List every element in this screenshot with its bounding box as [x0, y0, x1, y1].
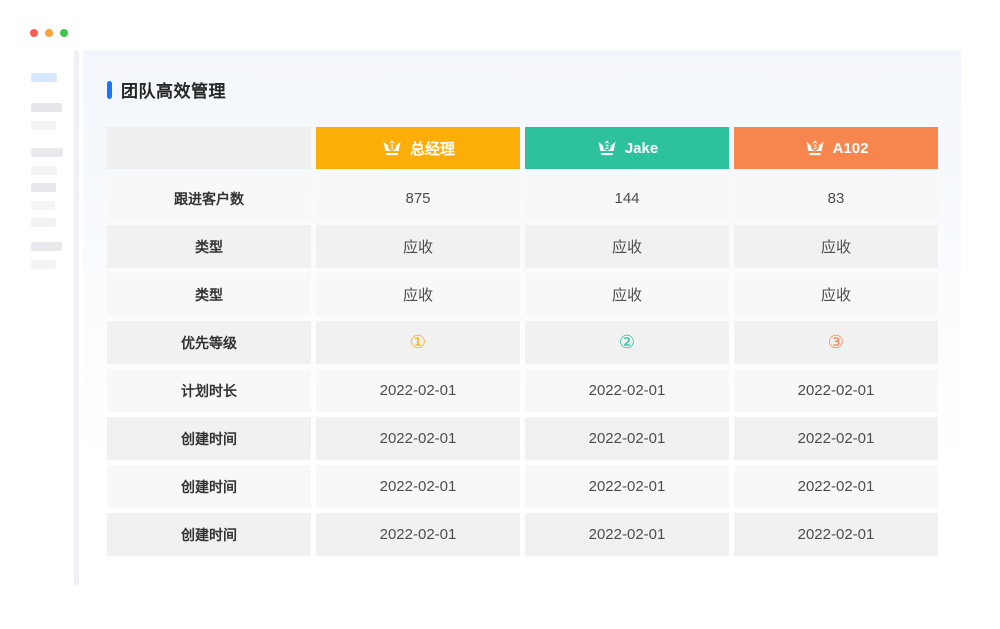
- crown-rank-icon: 3: [804, 139, 826, 158]
- sidebar-skeleton-bar: [31, 242, 62, 251]
- cell-value: 875: [316, 177, 520, 220]
- comparison-table: 1 总经理 2 Jake: [107, 127, 938, 556]
- cell-value: 2022-02-01: [525, 369, 729, 412]
- row-label: 创建时间: [107, 465, 311, 508]
- svg-text:1: 1: [390, 144, 394, 151]
- main-panel: 团队高效管理 1 总经理: [83, 50, 961, 585]
- close-button-icon[interactable]: [30, 29, 38, 37]
- cell-value: 2022-02-01: [734, 465, 938, 508]
- row-label: 计划时长: [107, 369, 311, 412]
- sidebar-skeleton-bar: [31, 201, 55, 210]
- table-row: 创建时间 2022-02-01 2022-02-01 2022-02-01: [107, 513, 938, 556]
- row-label: 类型: [107, 273, 311, 316]
- priority-badge-2: ②: [525, 321, 729, 364]
- row-label: 类型: [107, 225, 311, 268]
- table-row: 跟进客户数 875 144 83: [107, 177, 938, 220]
- sidebar-divider: [74, 50, 79, 585]
- sidebar-skeleton-bar: [31, 183, 56, 192]
- page-title-row: 团队高效管理: [107, 77, 961, 102]
- table-row: 创建时间 2022-02-01 2022-02-01 2022-02-01: [107, 417, 938, 460]
- cell-value: 2022-02-01: [316, 369, 520, 412]
- cell-value: 2022-02-01: [525, 465, 729, 508]
- cell-value: 2022-02-01: [525, 513, 729, 556]
- row-label: 跟进客户数: [107, 177, 311, 220]
- table-row: 类型 应收 应收 应收: [107, 225, 938, 268]
- cell-value: 应收: [734, 225, 938, 268]
- table-row: 创建时间 2022-02-01 2022-02-01 2022-02-01: [107, 465, 938, 508]
- cell-value: 应收: [316, 225, 520, 268]
- column-header-label: A102: [833, 140, 869, 157]
- priority-badge-3: ③: [734, 321, 938, 364]
- cell-value: 应收: [525, 273, 729, 316]
- sidebar-skeleton-bar: [31, 166, 57, 175]
- svg-text:2: 2: [605, 144, 609, 151]
- svg-text:3: 3: [813, 144, 817, 151]
- sidebar-skeleton-bar: [31, 260, 56, 269]
- table-row-priority: 优先等级 ① ② ③: [107, 321, 938, 364]
- row-label: 创建时间: [107, 513, 311, 556]
- column-header-label: 总经理: [410, 138, 455, 159]
- table-row: 计划时长 2022-02-01 2022-02-01 2022-02-01: [107, 369, 938, 412]
- cell-value: 2022-02-01: [316, 513, 520, 556]
- crown-rank-icon: 1: [381, 139, 403, 158]
- cell-value: 2022-02-01: [734, 369, 938, 412]
- column-header-rank2: 2 Jake: [525, 127, 729, 169]
- maximize-button-icon[interactable]: [60, 29, 68, 37]
- cell-value: 83: [734, 177, 938, 220]
- sidebar-skeleton-bar: [31, 121, 56, 130]
- table-row: 类型 应收 应收 应收: [107, 273, 938, 316]
- crown-rank-icon: 2: [596, 139, 618, 158]
- cell-value: 应收: [734, 273, 938, 316]
- app-window: 团队高效管理 1 总经理: [0, 0, 1000, 629]
- priority-badge-1: ①: [316, 321, 520, 364]
- title-accent-bar: [107, 81, 112, 99]
- cell-value: 2022-02-01: [316, 465, 520, 508]
- minimize-button-icon[interactable]: [45, 29, 53, 37]
- column-header-label: Jake: [625, 140, 658, 157]
- table-corner-cell: [107, 127, 311, 169]
- cell-value: 2022-02-01: [316, 417, 520, 460]
- window-controls: [30, 29, 68, 37]
- column-header-rank3: 3 A102: [734, 127, 938, 169]
- sidebar-skeleton-bar: [31, 103, 62, 112]
- cell-value: 应收: [525, 225, 729, 268]
- sidebar-skeleton-bar-active: [31, 73, 57, 82]
- cell-value: 应收: [316, 273, 520, 316]
- cell-value: 144: [525, 177, 729, 220]
- table-header-row: 1 总经理 2 Jake: [107, 127, 938, 169]
- row-label: 优先等级: [107, 321, 311, 364]
- sidebar-skeleton-bar: [31, 218, 56, 227]
- page-title: 团队高效管理: [121, 77, 226, 102]
- row-label: 创建时间: [107, 417, 311, 460]
- column-header-rank1: 1 总经理: [316, 127, 520, 169]
- cell-value: 2022-02-01: [525, 417, 729, 460]
- cell-value: 2022-02-01: [734, 417, 938, 460]
- sidebar-skeleton-bar: [31, 148, 63, 157]
- cell-value: 2022-02-01: [734, 513, 938, 556]
